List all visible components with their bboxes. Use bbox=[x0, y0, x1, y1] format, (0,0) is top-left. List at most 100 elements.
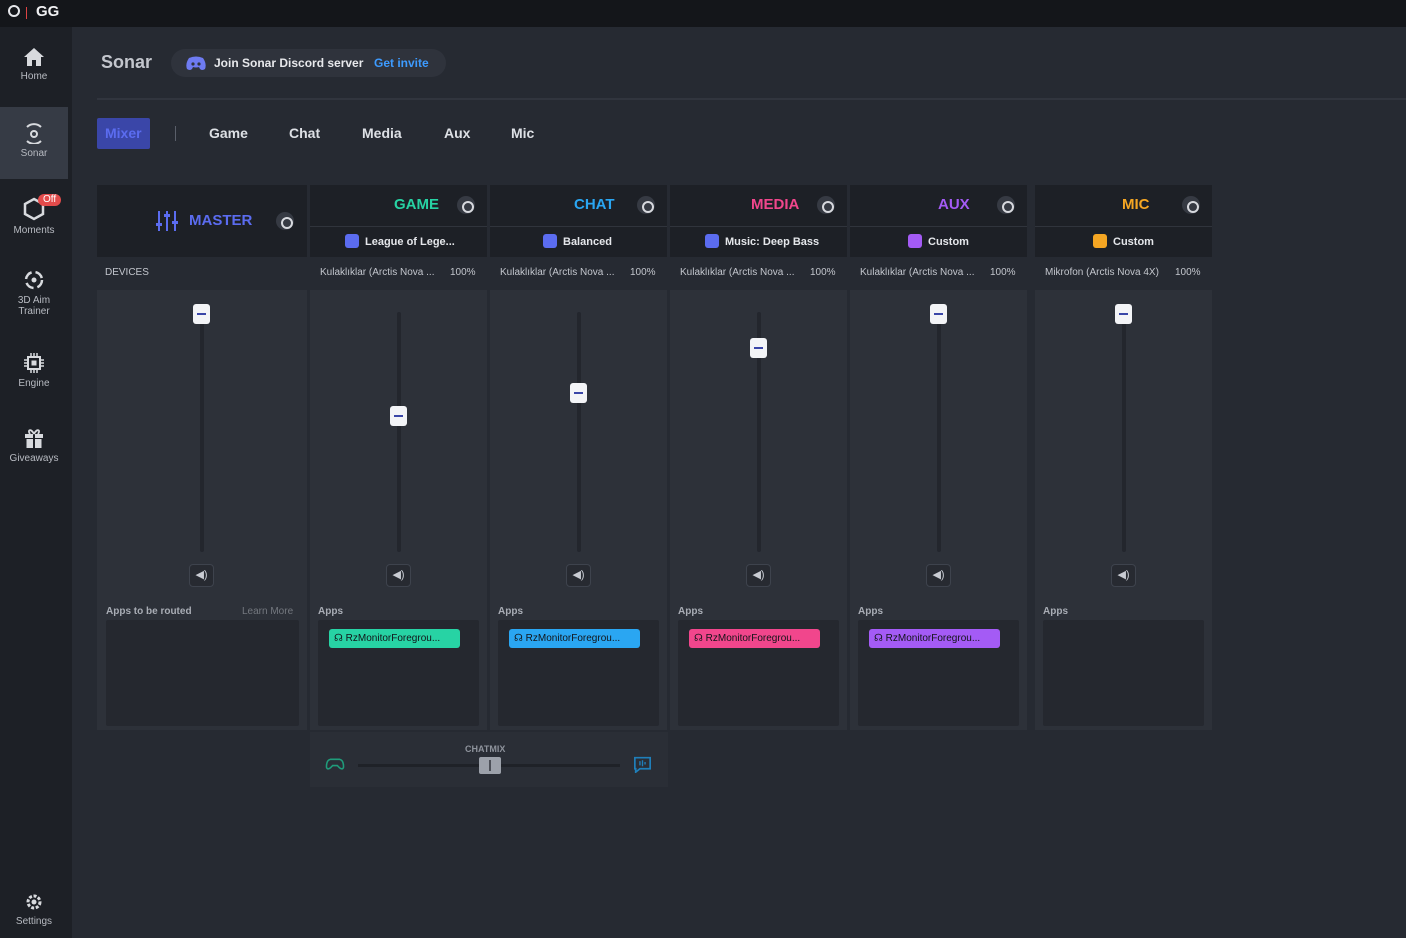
master-header: MASTER bbox=[97, 185, 307, 257]
chat-app-name: RzMonitorForegrou... bbox=[525, 633, 621, 644]
aux-device[interactable]: Kulaklıklar (Arctis Nova ... bbox=[860, 267, 974, 278]
nav-moments-label: Moments bbox=[13, 225, 55, 236]
nav-home-label: Home bbox=[20, 71, 48, 82]
mic-settings-gear-icon[interactable] bbox=[1182, 196, 1200, 214]
moments-off-badge: Off bbox=[38, 194, 62, 206]
aux-mute-button[interactable]: ◀) bbox=[926, 564, 951, 587]
aux-apps-box: ☊ RzMonitorForegrou... bbox=[858, 620, 1019, 726]
master-title: MASTER bbox=[189, 212, 253, 229]
master-volume-track[interactable] bbox=[200, 312, 204, 552]
media-mute-button[interactable]: ◀) bbox=[746, 564, 771, 587]
nav-aim-label-1: 3D Aim bbox=[17, 295, 51, 306]
tab-mixer[interactable]: Mixer bbox=[97, 118, 150, 149]
sidebar: Home Sonar Off Moments 3D Aim Trainer En… bbox=[0, 27, 72, 938]
game-apps-box: ☊ RzMonitorForegrou... bbox=[318, 620, 479, 726]
game-settings-gear-icon[interactable] bbox=[457, 196, 475, 214]
tab-chat[interactable]: Chat bbox=[289, 118, 320, 149]
app-title: GG bbox=[36, 3, 60, 20]
master-sliders-icon bbox=[156, 211, 178, 231]
aux-title: AUX bbox=[938, 196, 970, 213]
game-preset[interactable]: League of Lege... bbox=[345, 234, 455, 248]
mic-preset-icon bbox=[1093, 234, 1107, 248]
nav-home[interactable]: Home bbox=[0, 47, 68, 107]
aux-device-percent: 100% bbox=[990, 267, 1016, 278]
media-preset-divider bbox=[670, 226, 847, 227]
discord-icon bbox=[186, 56, 206, 70]
chat-app-chip[interactable]: ☊ RzMonitorForegrou... bbox=[509, 629, 640, 648]
devices-label: DEVICES bbox=[105, 267, 149, 278]
nav-giveaways[interactable]: Giveaways bbox=[0, 427, 68, 477]
media-device[interactable]: Kulaklıklar (Arctis Nova ... bbox=[680, 267, 794, 278]
mic-preset-divider bbox=[1035, 226, 1212, 227]
mic-volume-track[interactable] bbox=[1122, 312, 1126, 552]
main-panel: Sonar Join Sonar Discord server Get invi… bbox=[72, 27, 1406, 938]
headphones-icon: ☊ bbox=[874, 633, 886, 644]
aim-trainer-icon bbox=[24, 270, 44, 290]
chatmix-label: CHATMIX bbox=[465, 744, 506, 754]
chat-mute-button[interactable]: ◀) bbox=[566, 564, 591, 587]
sonar-icon bbox=[26, 123, 42, 144]
game-header: GAME League of Lege... bbox=[310, 185, 487, 257]
chatmix-game-controller-icon bbox=[325, 758, 345, 770]
chat-apps-label: Apps bbox=[498, 606, 523, 617]
aux-preset-label: Custom bbox=[928, 236, 969, 248]
nav-aim-label-2: Trainer bbox=[18, 306, 50, 317]
media-apps-label: Apps bbox=[678, 606, 703, 617]
chat-preset[interactable]: Balanced bbox=[543, 234, 612, 248]
nav-sonar[interactable]: Sonar bbox=[0, 107, 68, 179]
tab-media[interactable]: Media bbox=[362, 118, 402, 149]
tab-game[interactable]: Game bbox=[209, 118, 248, 149]
chatmix-slider-handle[interactable] bbox=[479, 757, 501, 774]
aux-app-name: RzMonitorForegrou... bbox=[885, 633, 981, 644]
game-volume-track[interactable] bbox=[397, 312, 401, 552]
nav-moments[interactable]: Off Moments bbox=[0, 194, 68, 257]
mic-device[interactable]: Mikrofon (Arctis Nova 4X) bbox=[1045, 267, 1159, 278]
game-device[interactable]: Kulaklıklar (Arctis Nova ... bbox=[320, 267, 434, 278]
aux-volume-handle[interactable] bbox=[930, 304, 947, 324]
aux-volume-track[interactable] bbox=[937, 312, 941, 552]
aux-app-chip[interactable]: ☊ RzMonitorForegrou... bbox=[869, 629, 1000, 648]
media-settings-gear-icon[interactable] bbox=[817, 196, 835, 214]
tab-mic[interactable]: Mic bbox=[511, 118, 534, 149]
nav-3d-aim-trainer[interactable]: 3D Aim Trainer bbox=[0, 269, 68, 329]
media-volume-handle[interactable] bbox=[750, 338, 767, 358]
chat-preset-label: Balanced bbox=[563, 236, 612, 248]
media-preset[interactable]: Music: Deep Bass bbox=[705, 234, 819, 248]
mic-mute-button[interactable]: ◀) bbox=[1111, 564, 1136, 587]
game-mute-button[interactable]: ◀) bbox=[386, 564, 411, 587]
media-apps-box: ☊ RzMonitorForegrou... bbox=[678, 620, 839, 726]
media-device-percent: 100% bbox=[810, 267, 836, 278]
master-apps-box bbox=[106, 620, 299, 726]
discord-get-invite-link[interactable]: Get invite bbox=[374, 56, 429, 70]
game-volume-handle[interactable] bbox=[390, 406, 407, 426]
master-volume-handle[interactable] bbox=[193, 304, 210, 324]
master-mute-button[interactable]: ◀) bbox=[189, 564, 214, 587]
nav-settings[interactable]: Settings bbox=[0, 892, 68, 932]
aux-header: AUX Custom bbox=[850, 185, 1027, 257]
chat-volume-track[interactable] bbox=[577, 312, 581, 552]
media-app-chip[interactable]: ☊ RzMonitorForegrou... bbox=[689, 629, 820, 648]
aux-preset-divider bbox=[850, 226, 1027, 227]
aux-settings-gear-icon[interactable] bbox=[997, 196, 1015, 214]
page-title: Sonar bbox=[101, 52, 153, 72]
mic-device-percent: 100% bbox=[1175, 267, 1201, 278]
giveaways-gift-icon bbox=[25, 429, 43, 448]
nav-engine[interactable]: Engine bbox=[0, 352, 68, 402]
aux-preset[interactable]: Custom bbox=[908, 234, 969, 248]
mic-header: MIC Custom bbox=[1035, 185, 1212, 257]
game-preset-label: League of Lege... bbox=[365, 236, 455, 248]
game-app-chip[interactable]: ☊ RzMonitorForegrou... bbox=[329, 629, 460, 648]
learn-more-link[interactable]: Learn More bbox=[242, 606, 293, 617]
settings-gear-icon bbox=[26, 894, 42, 910]
master-settings-gear-icon[interactable] bbox=[276, 212, 294, 230]
apps-to-be-routed-label: Apps to be routed bbox=[106, 606, 192, 617]
chat-title: CHAT bbox=[574, 196, 615, 213]
discord-banner[interactable]: Join Sonar Discord server Get invite bbox=[171, 49, 446, 77]
mic-preset[interactable]: Custom bbox=[1093, 234, 1154, 248]
chat-settings-gear-icon[interactable] bbox=[637, 196, 655, 214]
master-body: ◀) Apps to be routed Learn More bbox=[97, 290, 307, 730]
tab-aux[interactable]: Aux bbox=[444, 118, 470, 149]
chat-device[interactable]: Kulaklıklar (Arctis Nova ... bbox=[500, 267, 614, 278]
mic-volume-handle[interactable] bbox=[1115, 304, 1132, 324]
chat-volume-handle[interactable] bbox=[570, 383, 587, 403]
